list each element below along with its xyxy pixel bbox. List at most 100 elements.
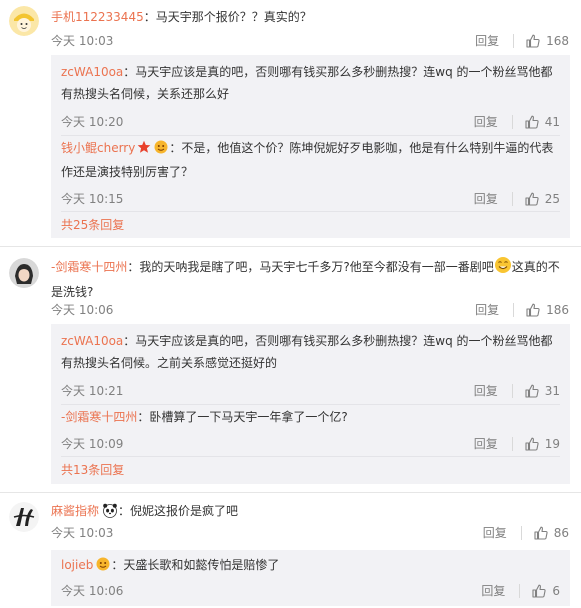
avatar[interactable] [9, 6, 39, 36]
comment-username[interactable]: 麻酱指称 [51, 504, 99, 518]
reply-button[interactable]: 回复 [474, 189, 498, 209]
comment-username[interactable]: 手机112233445 [51, 10, 144, 24]
reply-meta: 今天 10:20 回复 41 [61, 112, 560, 132]
comment-text: -剑霜寒十四州：我的天呐我是瞎了吧，马天宇七千多万?他至今都没有一部一番剧吧 这真… [51, 256, 571, 303]
like-count: 41 [544, 115, 560, 129]
like-count: 31 [544, 384, 560, 398]
comment-body: ：倪妮这报价是疯了吧 [118, 504, 239, 518]
comment-actions: 回复 86 [483, 523, 569, 543]
like-count: 25 [544, 192, 560, 206]
comment-username[interactable]: -剑霜寒十四州 [51, 260, 127, 274]
action-divider [519, 584, 521, 598]
vip-emoji-icon [95, 556, 111, 578]
reply-actions: 回复 6 [481, 581, 560, 601]
thumbs-up-icon [534, 526, 548, 540]
reply-username[interactable]: zcWA10oa [61, 65, 123, 79]
reply-body: ：马天宇应该是真的吧，否则哪有钱买那么多秒删热搜？连wq 的一个粉丝骂他都有热搜… [61, 334, 553, 370]
comment-body: ：马天宇那个报价？？真实的？ [143, 10, 312, 24]
user-avatar-icon [9, 502, 39, 532]
reply-time: 今天 10:15 [61, 192, 124, 206]
like-button[interactable]: 168 [526, 31, 569, 51]
reply-meta: 今天 10:21 回复 31 [61, 381, 560, 401]
comment-divider [0, 246, 581, 247]
reply-list: zcWA10oa：马天宇应该是真的吧，否则哪有钱买那么多秒删热搜？连wq 的一个… [51, 55, 570, 238]
comment-actions: 回复 168 [475, 31, 569, 51]
reply-divider [61, 404, 560, 405]
thumbs-up-icon [526, 303, 540, 317]
thumbs-up-icon [526, 34, 540, 48]
like-button[interactable]: 25 [525, 189, 560, 209]
action-divider [520, 526, 522, 540]
reply-button[interactable]: 回复 [474, 381, 498, 401]
reply-body: ：卧槽算了一下马天宇一年拿了一个亿? [137, 410, 348, 424]
reply-button[interactable]: 回复 [481, 581, 505, 601]
comment-divider [0, 492, 581, 493]
comment-body: ：我的天呐我是瞎了吧，马天宇七千多万?他至今都没有一部一番剧吧 [127, 260, 494, 274]
reply-item: -剑霜寒十四州：卧槽算了一下马天宇一年拿了一个亿? 今天 10:09 回复 19 [61, 406, 560, 451]
avatar[interactable] [9, 502, 39, 532]
comment-meta: 今天 10:03 回复 86 [51, 523, 569, 543]
comment-meta: 今天 10:03 回复 168 [51, 31, 569, 51]
like-button[interactable]: 186 [526, 300, 569, 320]
cartoon-avatar-icon [9, 6, 39, 36]
like-button[interactable]: 86 [534, 523, 569, 543]
reply-text: zcWA10oa：马天宇应该是真的吧，否则哪有钱买那么多秒删热搜？连wq 的一个… [61, 330, 560, 374]
reply-time: 今天 10:06 [61, 584, 124, 598]
reply-divider [61, 211, 560, 212]
reply-button[interactable]: 回复 [475, 31, 499, 51]
reply-divider [61, 135, 560, 136]
reply-meta: 今天 10:15 回复 25 [61, 189, 560, 209]
reply-meta: 今天 10:06 回复 6 [61, 581, 560, 601]
user-avatar-icon [9, 258, 39, 288]
reply-actions: 回复 19 [474, 434, 560, 454]
action-divider [513, 34, 515, 48]
action-divider [511, 115, 513, 129]
reply-body: ：马天宇应该是真的吧，否则哪有钱买那么多秒删热搜？连wq 的一个粉丝骂他都有热搜… [61, 65, 553, 101]
reply-text: -剑霜寒十四州：卧槽算了一下马天宇一年拿了一个亿? [61, 406, 560, 428]
reply-button[interactable]: 回复 [474, 434, 498, 454]
like-button[interactable]: 6 [532, 581, 560, 601]
reply-text: 钱小鲲cherry ：不是，他值这个价？陈坤倪妮好歹电影咖，他是有什么特别牛逼的代… [61, 137, 560, 183]
reply-text: zcWA10oa：马天宇应该是真的吧，否则哪有钱买那么多秒删热搜？连wq 的一个… [61, 61, 560, 105]
reply-button[interactable]: 回复 [483, 523, 507, 543]
reply-time: 今天 10:21 [61, 384, 124, 398]
thumbs-up-icon [525, 115, 539, 129]
reply-list: zcWA10oa：马天宇应该是真的吧，否则哪有钱买那么多秒删热搜？连wq 的一个… [51, 324, 570, 484]
thumbs-up-icon [532, 584, 546, 598]
action-divider [511, 192, 513, 206]
reply-username[interactable]: -剑霜寒十四州 [61, 410, 137, 424]
comment-actions: 回复 186 [475, 300, 569, 320]
reply-actions: 回复 41 [474, 112, 560, 132]
action-divider [511, 384, 513, 398]
like-button[interactable]: 31 [525, 381, 560, 401]
comment-time: 今天 10:03 [51, 34, 114, 48]
like-button[interactable]: 19 [525, 434, 560, 454]
reply-actions: 回复 31 [474, 381, 560, 401]
like-count: 86 [553, 526, 569, 540]
reply-button[interactable]: 回复 [475, 300, 499, 320]
like-count: 186 [546, 303, 569, 317]
comment-text: 麻酱指称 ：倪妮这报价是疯了吧 [51, 500, 569, 525]
reply-item: zcWA10oa：马天宇应该是真的吧，否则哪有钱买那么多秒删热搜？连wq 的一个… [61, 330, 560, 398]
star-badge-icon [137, 139, 151, 161]
action-divider [511, 437, 513, 451]
smile-emoji-icon [494, 256, 512, 281]
action-divider [513, 303, 515, 317]
reply-item: 钱小鲲cherry ：不是，他值这个价？陈坤倪妮好歹电影咖，他是有什么特别牛逼的代… [61, 137, 560, 206]
reply-username[interactable]: 钱小鲲cherry [61, 141, 135, 155]
reply-meta: 今天 10:09 回复 19 [61, 434, 560, 454]
comment-text: 手机112233445：马天宇那个报价？？真实的？ [51, 6, 569, 28]
comment-time: 今天 10:03 [51, 526, 114, 540]
reply-actions: 回复 25 [474, 189, 560, 209]
thumbs-up-icon [525, 192, 539, 206]
reply-divider [61, 456, 560, 457]
reply-button[interactable]: 回复 [474, 112, 498, 132]
view-more-replies-link[interactable]: 共13条回复 [61, 460, 124, 480]
thumbs-up-icon [525, 437, 539, 451]
like-button[interactable]: 41 [525, 112, 560, 132]
avatar[interactable] [9, 258, 39, 288]
reply-username[interactable]: lojieb [61, 558, 93, 572]
comment-meta: 今天 10:06 回复 186 [51, 300, 569, 320]
reply-username[interactable]: zcWA10oa [61, 334, 123, 348]
view-more-replies-link[interactable]: 共25条回复 [61, 215, 124, 235]
